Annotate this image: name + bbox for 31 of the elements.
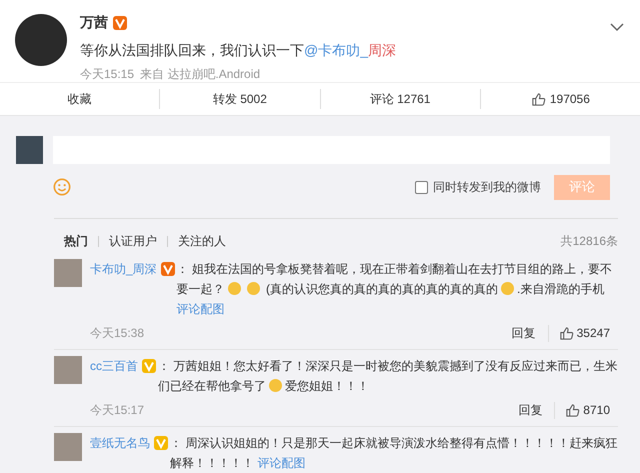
comment-time: 今天15:17 bbox=[90, 402, 144, 418]
action-button[interactable]: 评论 12761 bbox=[320, 89, 480, 109]
like-button[interactable]: 197056 bbox=[480, 89, 640, 109]
photo-placeholder bbox=[16, 136, 43, 164]
action-button[interactable]: 收藏 bbox=[0, 89, 160, 109]
checkbox-label: 同时转发到我的微博 bbox=[433, 178, 541, 196]
thumbs-up-icon bbox=[558, 326, 574, 340]
photo-placeholder bbox=[54, 356, 82, 384]
thumbs-up-icon bbox=[530, 92, 546, 106]
chevron-down-icon bbox=[610, 22, 624, 32]
photo-placeholder bbox=[54, 259, 82, 287]
comment-text: ： 姐我在法国的号拿板凳替着呢，现在正带着剑翻着山在去打节目组的路上，要不要一起？ (真的认识您真的真的真的真的真的真的真的 .来自滑跪的手机 评论配图 bbox=[176, 261, 614, 318]
smiley-icon bbox=[53, 178, 71, 196]
like-button[interactable]: 35247 bbox=[558, 326, 618, 340]
like-button[interactable]: 8710 bbox=[565, 402, 618, 418]
comment-time: 今天15:38 bbox=[90, 324, 144, 342]
checkbox[interactable] bbox=[415, 180, 428, 194]
comment-text: ： 周深认识姐姐的！只是那天一起床就被导演泼水给整得有点懵！！！！！赶来疯狂解释！！！！！ 评论配图 bbox=[170, 435, 618, 472]
reply-link[interactable]: 回复 bbox=[518, 402, 556, 418]
filter-tab[interactable]: 热门 bbox=[64, 232, 88, 250]
photo-placeholder bbox=[54, 433, 82, 461]
comment-text: ： 万茜姐姐！您太好看了！深深只是一时被您的美貌震撼到了没有反应过来而已，生米们已经在帮他拿号了 爱您姐姐！！！ bbox=[158, 358, 618, 395]
reply-link[interactable]: 回复 bbox=[512, 324, 549, 342]
avatar bbox=[15, 14, 67, 66]
post-text: 等你从法国排队回来，我们认识一下@卡布叻_周深 bbox=[80, 41, 397, 60]
comment-count: 共12816条 bbox=[560, 232, 618, 250]
action-button[interactable]: 转发 5002 bbox=[159, 89, 320, 109]
thumbs-up-icon bbox=[565, 402, 580, 418]
author-name[interactable]: 万茜 bbox=[80, 14, 108, 32]
filter-tab[interactable]: 认证用户 bbox=[109, 232, 157, 250]
filter-tab[interactable]: 关注的人 bbox=[178, 232, 226, 250]
